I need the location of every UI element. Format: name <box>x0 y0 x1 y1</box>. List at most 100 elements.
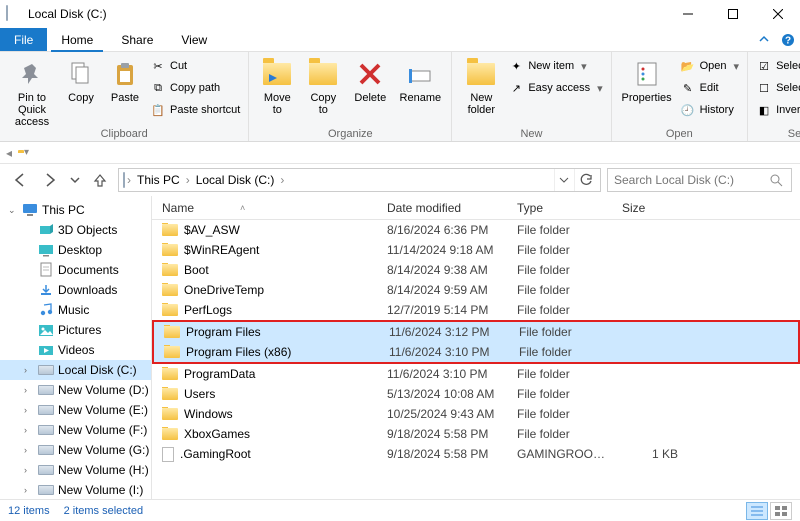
copy-path-button[interactable]: ⧉Copy path <box>148 78 242 98</box>
open-button[interactable]: 📂Open▾ <box>678 56 741 76</box>
pin-to-quick-access-button[interactable]: Pin to Quick access <box>6 54 58 128</box>
tree-item[interactable]: 3D Objects <box>0 220 151 240</box>
file-type: File folder <box>507 427 612 441</box>
select-all-button[interactable]: ☑Select all <box>754 56 800 76</box>
folder-icon <box>162 388 178 400</box>
chevron-right-icon[interactable]: › <box>186 173 190 187</box>
tree-item-icon <box>38 362 54 378</box>
tree-item[interactable]: Downloads <box>0 280 151 300</box>
up-button[interactable] <box>88 168 112 192</box>
titlebar: Local Disk (C:) <box>0 0 800 28</box>
expand-icon[interactable]: › <box>24 365 34 375</box>
tree-item[interactable]: Documents <box>0 260 151 280</box>
tree-item-icon <box>38 402 54 418</box>
collapse-icon[interactable]: ⌄ <box>8 205 18 216</box>
close-button[interactable] <box>755 0 800 28</box>
tree-item[interactable]: Videos <box>0 340 151 360</box>
invert-selection-button[interactable]: ◧Invert selection <box>754 100 800 120</box>
new-folder-button[interactable]: New folder <box>458 54 504 118</box>
minimize-button[interactable] <box>665 0 710 28</box>
expand-icon[interactable]: › <box>24 465 34 475</box>
table-row[interactable]: Windows10/25/2024 9:43 AMFile folder <box>152 404 800 424</box>
delete-button[interactable]: Delete <box>347 54 393 118</box>
tree-item[interactable]: › New Volume (I:) <box>0 480 151 499</box>
sidebar[interactable]: ⌄ This PC 3D Objects Desktop DocumentsDown… <box>0 196 152 499</box>
expand-icon[interactable]: › <box>24 385 34 395</box>
tab-home[interactable]: Home <box>47 28 107 51</box>
column-headers[interactable]: Name˄ Date modified Type Size <box>152 196 800 220</box>
new-item-button[interactable]: ✦New item▾ <box>506 56 604 76</box>
easy-access-button[interactable]: ↗Easy access▾ <box>506 78 604 98</box>
cut-button[interactable]: ✂Cut <box>148 56 242 76</box>
edit-button[interactable]: ✎Edit <box>678 78 741 98</box>
tree-item[interactable]: ›New Volume (H:) <box>0 460 151 480</box>
chevron-right-icon[interactable]: › <box>280 173 284 187</box>
ribbon-collapse-button[interactable] <box>752 28 776 51</box>
view-details-button[interactable] <box>746 502 768 520</box>
chevron-left-icon[interactable]: ◂ <box>6 146 12 160</box>
column-date[interactable]: Date modified <box>377 201 507 215</box>
expand-icon[interactable]: › <box>24 405 34 415</box>
properties-button[interactable]: Properties <box>618 54 676 118</box>
tree-item[interactable]: ›New Volume (F:) <box>0 420 151 440</box>
expand-icon[interactable]: › <box>24 445 34 455</box>
breadcrumb-this-pc[interactable]: This PC <box>133 173 184 187</box>
search-icon[interactable] <box>769 173 785 187</box>
table-row[interactable]: PerfLogs12/7/2019 5:14 PMFile folder <box>152 300 800 320</box>
tree-item[interactable]: ›Local Disk (C:) <box>0 360 151 380</box>
search-box[interactable] <box>607 168 792 192</box>
breadcrumb-drive[interactable]: Local Disk (C:) <box>192 173 279 187</box>
recent-locations-button[interactable] <box>68 168 82 192</box>
table-row[interactable]: OneDriveTemp8/14/2024 9:59 AMFile folder <box>152 280 800 300</box>
copy-to-button[interactable]: Copy to <box>301 54 345 118</box>
table-row[interactable]: Users5/13/2024 10:08 AMFile folder <box>152 384 800 404</box>
tree-item[interactable]: ›New Volume (D:) <box>0 380 151 400</box>
tree-item-label: Desktop <box>58 243 102 257</box>
column-type[interactable]: Type <box>507 201 612 215</box>
tree-item-label: New Volume (I:) <box>58 483 143 497</box>
tree-item[interactable]: Desktop <box>0 240 151 260</box>
table-row[interactable]: ProgramData11/6/2024 3:10 PMFile folder <box>152 364 800 384</box>
column-name[interactable]: Name˄ <box>152 201 377 215</box>
tab-view[interactable]: View <box>167 28 221 51</box>
copy-button[interactable]: Copy <box>60 54 102 118</box>
move-to-button[interactable]: Move to <box>255 54 299 118</box>
forward-button[interactable] <box>38 168 62 192</box>
expand-icon[interactable]: › <box>24 485 34 495</box>
back-button[interactable] <box>8 168 32 192</box>
tree-item[interactable]: ›New Volume (E:) <box>0 400 151 420</box>
table-row[interactable]: Program Files (x86)11/6/2024 3:10 PMFile… <box>154 342 798 362</box>
refresh-button[interactable] <box>574 169 596 191</box>
select-all-icon: ☑ <box>756 58 772 74</box>
table-row[interactable]: $AV_ASW8/16/2024 6:36 PMFile folder <box>152 220 800 240</box>
table-row[interactable]: .GamingRoot9/18/2024 5:58 PMGAMINGROOT F… <box>152 444 800 464</box>
tree-item-this-pc[interactable]: ⌄ This PC <box>0 200 151 220</box>
table-row[interactable]: $WinREAgent11/14/2024 9:18 AMFile folder <box>152 240 800 260</box>
maximize-button[interactable] <box>710 0 755 28</box>
tab-file[interactable]: File <box>0 28 47 51</box>
view-large-icons-button[interactable] <box>770 502 792 520</box>
rename-button[interactable]: Rename <box>395 54 445 118</box>
address-dropdown-button[interactable] <box>554 169 572 191</box>
tree-item[interactable]: Music <box>0 300 151 320</box>
help-button[interactable]: ? <box>776 28 800 51</box>
table-row[interactable]: Boot8/14/2024 9:38 AMFile folder <box>152 260 800 280</box>
qat-overflow[interactable]: ▾ <box>24 147 29 158</box>
paste-button[interactable]: Paste <box>104 54 146 118</box>
tab-share[interactable]: Share <box>107 28 167 51</box>
address-bar[interactable]: › This PC › Local Disk (C:) › <box>118 168 601 192</box>
open-icon: 📂 <box>680 58 696 74</box>
tree-item[interactable]: ›New Volume (G:) <box>0 440 151 460</box>
table-row[interactable]: XboxGames9/18/2024 5:58 PMFile folder <box>152 424 800 444</box>
ribbon-group-select: ☑Select all ☐Select none ◧Invert selecti… <box>748 52 800 141</box>
file-name: ProgramData <box>184 367 255 381</box>
chevron-right-icon[interactable]: › <box>127 173 131 187</box>
column-size[interactable]: Size <box>612 201 692 215</box>
paste-shortcut-button[interactable]: 📋Paste shortcut <box>148 100 242 120</box>
history-button[interactable]: 🕘History <box>678 100 741 120</box>
tree-item[interactable]: Pictures <box>0 320 151 340</box>
table-row[interactable]: Program Files11/6/2024 3:12 PMFile folde… <box>154 322 798 342</box>
select-none-button[interactable]: ☐Select none <box>754 78 800 98</box>
search-input[interactable] <box>614 173 769 187</box>
expand-icon[interactable]: › <box>24 425 34 435</box>
